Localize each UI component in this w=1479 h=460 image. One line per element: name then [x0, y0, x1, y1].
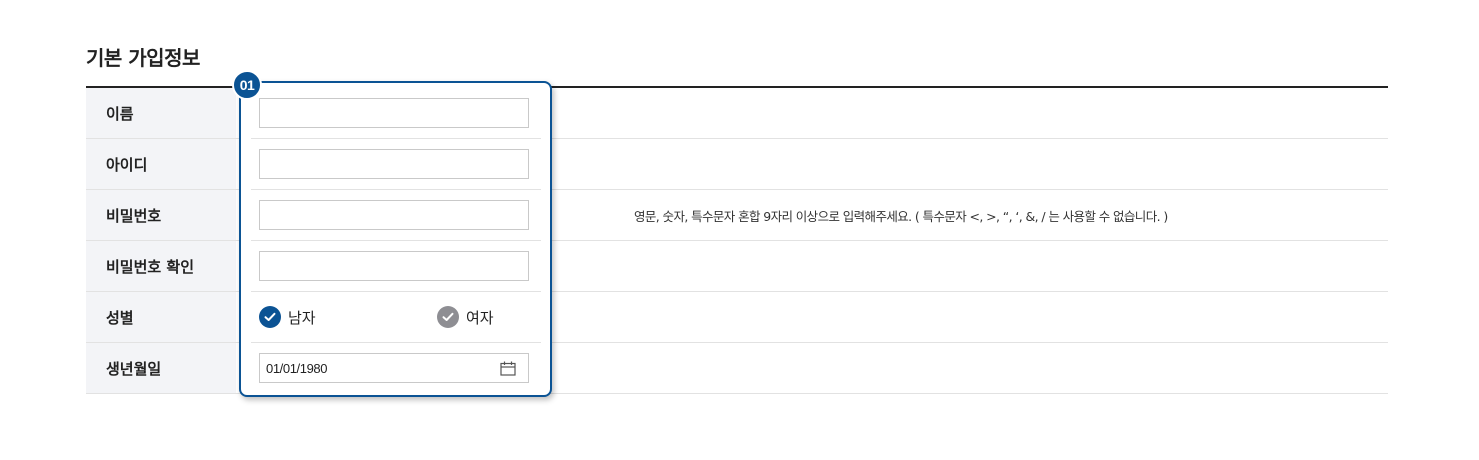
birthdate-cell: 01/01/1980 [251, 343, 541, 394]
gender-female-label: 여자 [466, 308, 494, 327]
name-input[interactable] [259, 98, 529, 128]
gender-radio-male[interactable]: 남자 [259, 305, 316, 329]
id-input-cell [251, 139, 541, 190]
label-birthdate: 생년월일 [86, 343, 236, 393]
gender-male-label: 남자 [288, 308, 316, 327]
birthdate-input[interactable]: 01/01/1980 [259, 353, 529, 383]
label-password-confirm: 비밀번호 확인 [86, 241, 236, 291]
highlight-box: 남자 여자 01/01/1980 [239, 81, 552, 397]
password-input-cell [251, 190, 541, 241]
gender-cell: 남자 여자 [251, 292, 541, 343]
id-input[interactable] [259, 149, 529, 179]
gender-radio-female[interactable]: 여자 [437, 305, 494, 329]
section-title: 기본 가입정보 [86, 46, 200, 70]
password-confirm-input-cell [251, 241, 541, 292]
label-gender: 성별 [86, 292, 236, 342]
label-password: 비밀번호 [86, 190, 236, 240]
birthdate-value: 01/01/1980 [266, 360, 328, 376]
check-icon [437, 306, 459, 328]
label-id: 아이디 [86, 139, 236, 189]
password-input[interactable] [259, 200, 529, 230]
password-help-text: 영문, 숫자, 특수문자 혼합 9자리 이상으로 입력해주세요. ( 특수문자 … [634, 208, 1168, 224]
name-input-cell [251, 88, 541, 139]
label-name: 이름 [86, 88, 236, 138]
password-confirm-input[interactable] [259, 251, 529, 281]
step-badge: 01 [232, 70, 262, 100]
calendar-icon[interactable] [500, 361, 516, 376]
check-icon [259, 306, 281, 328]
